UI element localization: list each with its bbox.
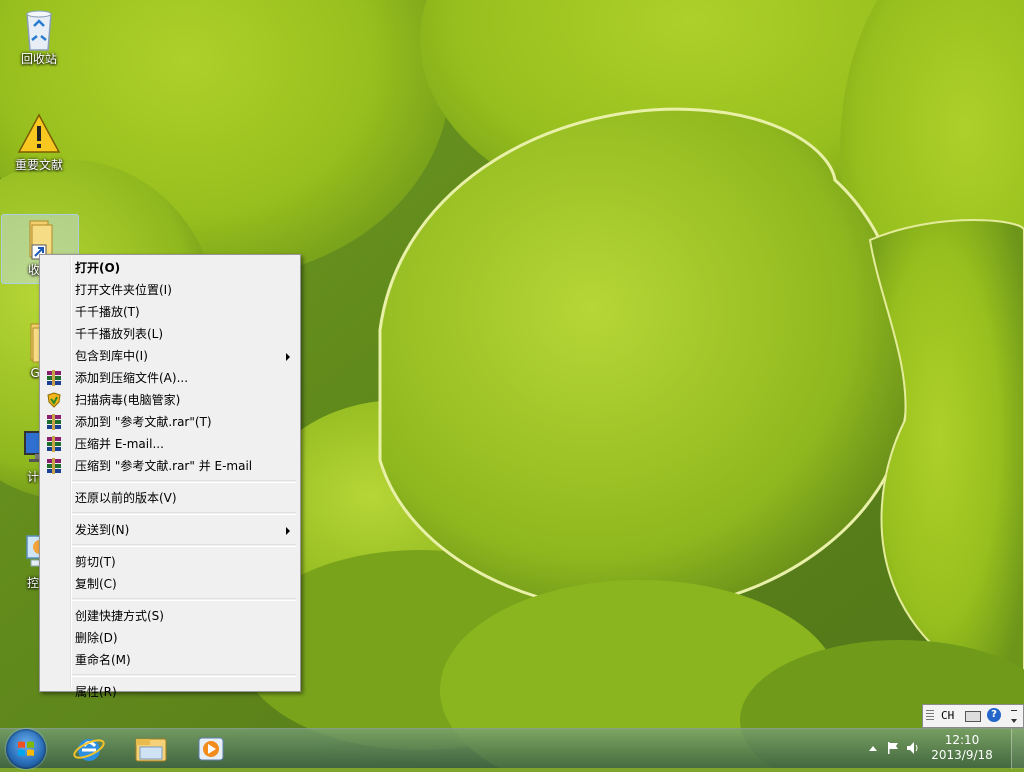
desktop-icon-label: 回收站 xyxy=(20,52,57,66)
menu-item-compress-email[interactable]: 压缩并 E-mail... xyxy=(42,433,298,455)
warning-icon xyxy=(17,112,61,156)
menu-separator xyxy=(72,480,296,483)
menu-item-label: 压缩到 "参考文献.rar" 并 E-mail xyxy=(75,459,253,473)
language-bar: CH ? xyxy=(922,704,1024,728)
menu-item-send-to[interactable]: 发送到(N) xyxy=(42,519,298,541)
show-desktop-button[interactable] xyxy=(1011,729,1024,769)
help-icon[interactable]: ? xyxy=(987,708,1001,722)
menu-item-properties[interactable]: 属性(R) xyxy=(42,681,298,703)
winrar-icon xyxy=(46,370,62,386)
context-menu: 打开(O) 打开文件夹位置(I) 千千播放(T) 千千播放列表(L) 包含到库中… xyxy=(39,254,301,699)
winrar-icon xyxy=(46,436,62,452)
menu-item-delete[interactable]: 删除(D) xyxy=(42,627,298,649)
file-explorer-icon xyxy=(135,738,167,762)
menu-item-label: 打开(O) xyxy=(75,261,121,275)
menu-item-virus-scan[interactable]: 扫描病毒(电脑管家) xyxy=(42,389,298,411)
action-center-flag-icon[interactable] xyxy=(886,741,900,755)
winrar-icon xyxy=(46,458,62,474)
taskbar: 12:10 2013/9/18 xyxy=(0,728,1024,769)
menu-item-restore-previous[interactable]: 还原以前的版本(V) xyxy=(42,487,298,509)
desktop-icon-label: 重要文献 xyxy=(14,158,63,172)
show-hidden-icons-icon[interactable] xyxy=(866,741,880,755)
menu-item-label: 剪切(T) xyxy=(75,555,116,569)
system-tray: 12:10 2013/9/18 xyxy=(854,729,1024,769)
taskbar-media-player[interactable] xyxy=(184,731,238,767)
shield-icon xyxy=(46,392,62,408)
internet-explorer-icon xyxy=(73,739,105,761)
clock-time: 12:10 xyxy=(944,733,980,747)
menu-item-label: 发送到(N) xyxy=(75,523,130,537)
keyboard-icon[interactable] xyxy=(965,711,981,722)
submenu-arrow-icon xyxy=(286,527,290,535)
menu-item-label: 包含到库中(I) xyxy=(75,349,148,363)
drag-handle-icon[interactable] xyxy=(926,710,934,722)
menu-item-ttplayer-play[interactable]: 千千播放(T) xyxy=(42,301,298,323)
menu-item-label: 还原以前的版本(V) xyxy=(75,491,177,505)
media-player-icon xyxy=(198,737,224,761)
menu-item-cut[interactable]: 剪切(T) xyxy=(42,551,298,573)
volume-icon[interactable] xyxy=(906,741,920,755)
menu-separator xyxy=(72,674,296,677)
clock-date: 2013/9/18 xyxy=(931,748,993,762)
taskbar-file-explorer[interactable] xyxy=(124,731,178,767)
menu-item-label: 属性(R) xyxy=(75,685,117,699)
menu-separator xyxy=(72,544,296,547)
menu-item-label: 重命名(M) xyxy=(75,653,131,667)
input-language-indicator[interactable]: CH xyxy=(941,709,954,722)
menu-separator xyxy=(72,598,296,601)
winrar-icon xyxy=(46,414,62,430)
menu-item-label: 创建快捷方式(S) xyxy=(75,609,164,623)
menu-item-ttplayer-playlist[interactable]: 千千播放列表(L) xyxy=(42,323,298,345)
taskbar-internet-explorer[interactable] xyxy=(62,731,116,767)
langbar-options-icon[interactable] xyxy=(1009,707,1019,725)
menu-item-create-shortcut[interactable]: 创建快捷方式(S) xyxy=(42,605,298,627)
menu-item-compress-rar-email[interactable]: 压缩到 "参考文献.rar" 并 E-mail xyxy=(42,455,298,477)
windows-logo-icon xyxy=(18,741,34,756)
menu-item-label: 压缩并 E-mail... xyxy=(75,437,164,451)
menu-item-label: 复制(C) xyxy=(75,577,117,591)
menu-separator xyxy=(72,512,296,515)
menu-item-copy[interactable]: 复制(C) xyxy=(42,573,298,595)
submenu-arrow-icon xyxy=(286,353,290,361)
clock[interactable]: 12:10 2013/9/18 xyxy=(922,733,1002,763)
menu-item-open[interactable]: 打开(O) xyxy=(42,257,298,279)
menu-item-label: 千千播放(T) xyxy=(75,305,140,319)
menu-item-label: 扫描病毒(电脑管家) xyxy=(75,393,181,407)
start-button[interactable] xyxy=(6,729,46,769)
menu-item-label: 删除(D) xyxy=(75,631,118,645)
menu-item-label: 千千播放列表(L) xyxy=(75,327,164,341)
menu-item-label: 添加到压缩文件(A)... xyxy=(75,371,189,385)
menu-item-rename[interactable]: 重命名(M) xyxy=(42,649,298,671)
menu-item-include-in-library[interactable]: 包含到库中(I) xyxy=(42,345,298,367)
menu-item-add-to-archive[interactable]: 添加到压缩文件(A)... xyxy=(42,367,298,389)
recycle-bin-icon xyxy=(17,6,61,51)
desktop-icon-recycle-bin[interactable]: 回收站 xyxy=(1,6,77,66)
menu-item-label: 打开文件夹位置(I) xyxy=(75,283,172,297)
menu-item-open-location[interactable]: 打开文件夹位置(I) xyxy=(42,279,298,301)
desktop-icon-important-doc[interactable]: 重要文献 xyxy=(1,112,77,172)
menu-item-add-to-rar[interactable]: 添加到 "参考文献.rar"(T) xyxy=(42,411,298,433)
menu-item-label: 添加到 "参考文献.rar"(T) xyxy=(75,415,212,429)
